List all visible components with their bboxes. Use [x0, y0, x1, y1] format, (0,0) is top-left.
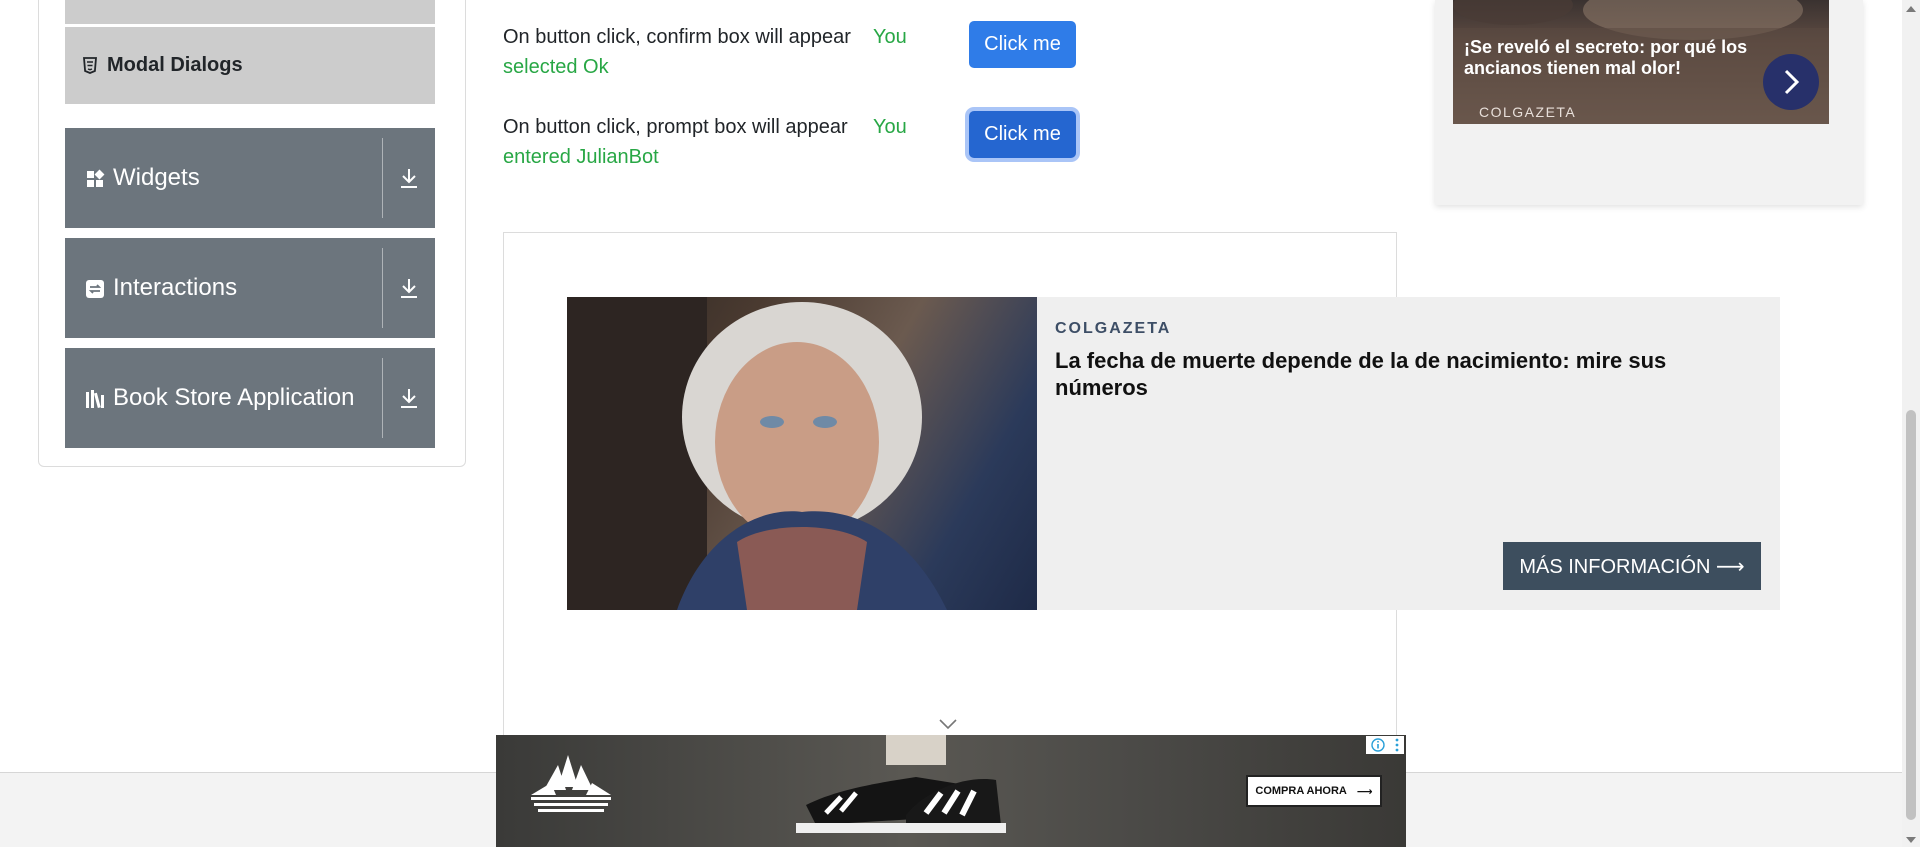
chevron-right-icon[interactable] [1763, 54, 1819, 110]
sidebar-group-widgets[interactable]: Widgets [65, 128, 435, 228]
confirm-description: On button click, confirm box will appear [503, 26, 851, 48]
arrow-right-icon: ⟶ [1356, 785, 1373, 798]
ad-brand-right: COLGAZETA [1479, 104, 1577, 120]
widgets-icon [85, 168, 105, 188]
prompt-result: entered JulianBot [503, 146, 659, 168]
ad-title-middle[interactable]: La fecha de muerte depende de la de naci… [1055, 347, 1695, 401]
chevron-down-icon[interactable] [937, 716, 959, 732]
scroll-down-arrow-icon[interactable] [1904, 833, 1918, 845]
more-info-button[interactable]: MÁS INFORMACIÓN ⟶ [1503, 542, 1761, 590]
sidebar-group-book-store[interactable]: Book Store Application [65, 348, 435, 448]
confirm-result: selected Ok [503, 56, 609, 78]
buy-now-button[interactable]: COMPRA AHORA ⟶ [1246, 775, 1382, 807]
html5-icon [83, 56, 97, 75]
interactions-icon [85, 278, 105, 298]
ad-title-right[interactable]: ¡Se reveló el secreto: por qué los ancia… [1464, 37, 1764, 79]
sidebar-group-label: Widgets [113, 164, 200, 191]
download-icon[interactable] [383, 167, 435, 189]
ad-info-icon[interactable] [1366, 736, 1404, 754]
download-icon[interactable] [383, 277, 435, 299]
more-options-icon [1395, 738, 1398, 752]
confirm-button[interactable]: Click me [969, 21, 1076, 68]
ad-image-middle[interactable] [567, 297, 1037, 610]
sidebar-group-label: Interactions [113, 274, 238, 301]
prompt-result-prefix: You [873, 116, 907, 138]
sidebar-group-interactions[interactable]: Interactions [65, 238, 435, 338]
sidebar-item-modal-dialogs[interactable]: Modal Dialogs [65, 27, 435, 104]
books-icon [85, 388, 105, 409]
buy-now-label: COMPRA AHORA [1255, 785, 1347, 797]
ad-brand-middle: COLGAZETA [1055, 320, 1172, 337]
prompt-button[interactable]: Click me [969, 111, 1076, 158]
sidebar-group-label: Book Store Application [113, 384, 355, 411]
sidebar-item-previous[interactable] [65, 0, 435, 24]
scrollbar-thumb[interactable] [1906, 410, 1916, 820]
sidebar-item-label: Modal Dialogs [107, 54, 243, 76]
scroll-up-arrow-icon[interactable] [1904, 2, 1918, 14]
download-icon[interactable] [383, 387, 435, 409]
confirm-result-prefix: You [873, 26, 907, 48]
prompt-description: On button click, prompt box will appear [503, 116, 848, 138]
